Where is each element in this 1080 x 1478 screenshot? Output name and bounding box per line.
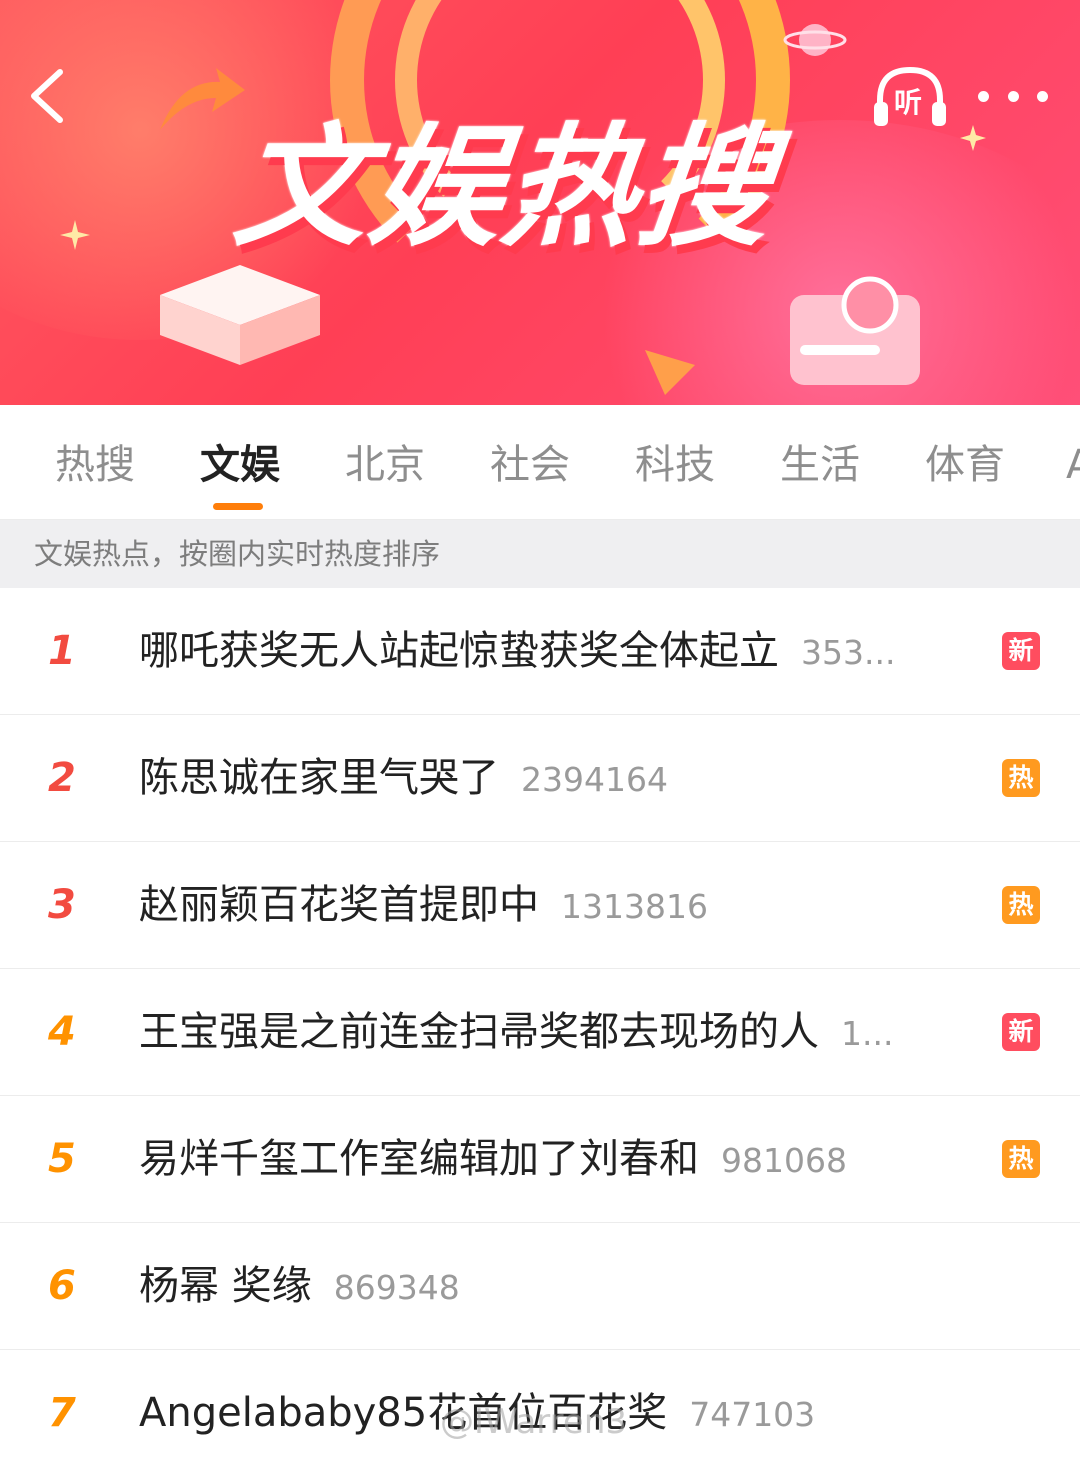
tab-hot-search[interactable]: 热搜 [55,435,135,495]
tab-entertainment[interactable]: 文娱 [200,435,280,495]
topic-text: 杨幂 奖缘 [139,1263,312,1309]
more-dots-icon [978,90,989,102]
list-item[interactable]: 4 王宝强是之前连金扫帚奖都去现场的人 1... 新 [0,969,1080,1096]
category-tabs: 热搜 文娱 北京 社会 科技 生活 体育 A [0,405,1080,520]
rank-number: 7 [48,1390,76,1436]
topic-title: 哪吒获奖无人站起惊蛰获奖全体起立 353... [139,588,895,716]
header-banner: 文娱热搜 听 [0,0,1080,405]
listen-label: 听 [894,86,923,119]
topic-text: 哪吒获奖无人站起惊蛰获奖全体起立 [139,628,779,674]
topic-title: 易烊千玺工作室编辑加了刘春和 981068 [139,1096,847,1224]
heat-count: 1313816 [561,887,708,926]
list-item[interactable]: 3 赵丽颖百花奖首提即中 1313816 热 [0,842,1080,969]
planet-decoration-icon [783,24,847,56]
rank-number: 5 [48,1136,76,1182]
tab-life[interactable]: 生活 [780,435,860,495]
list-item[interactable]: 1 哪吒获奖无人站起惊蛰获奖全体起立 353... 新 [0,588,1080,715]
list-item[interactable]: 6 杨幂 奖缘 869348 [0,1223,1080,1350]
watermark: @IWarren3 [440,1402,628,1442]
camera-decoration-icon [790,276,920,385]
rank-number: 6 [48,1263,76,1309]
list-item[interactable]: 5 易烊千玺工作室编辑加了刘春和 981068 热 [0,1096,1080,1223]
sparkle-icon [60,220,90,250]
arrow-decoration-icon [160,68,245,130]
topic-title: 王宝强是之前连金扫帚奖都去现场的人 1... [139,969,893,1097]
triangle-decoration-icon [645,350,695,395]
tab-beijing[interactable]: 北京 [345,435,425,495]
tab-technology[interactable]: 科技 [635,435,715,495]
list-item[interactable]: 2 陈思诚在家里气哭了 2394164 热 [0,715,1080,842]
new-badge: 新 [1002,632,1040,670]
tab-sports[interactable]: 体育 [925,435,1005,495]
topic-text: 王宝强是之前连金扫帚奖都去现场的人 [139,1009,819,1055]
heat-count: 353... [801,633,896,672]
hot-badge: 热 [1002,1140,1040,1178]
new-badge: 新 [1002,1013,1040,1051]
heat-count: 747103 [689,1395,816,1434]
section-hint: 文娱热点，按圈内实时热度排序 [0,520,1080,588]
sparkle-icon [960,125,986,151]
tab-overflow[interactable]: A [1066,435,1080,495]
rank-number: 4 [48,1009,76,1055]
heat-count: 2394164 [521,760,668,799]
back-arrow-icon [31,69,63,123]
topic-text: 易烊千玺工作室编辑加了刘春和 [139,1136,699,1182]
rank-number: 2 [48,755,76,801]
rank-number: 3 [48,882,76,928]
heat-count: 869348 [333,1268,460,1307]
hot-badge: 热 [1002,759,1040,797]
more-dots-icon [1007,90,1019,102]
topic-text: 赵丽颖百花奖首提即中 [139,882,539,928]
heat-count: 1... [841,1014,894,1053]
topic-title: 赵丽颖百花奖首提即中 1313816 [139,842,708,970]
more-button[interactable] [978,82,1048,110]
rank-number: 1 [48,628,76,674]
topic-title: 陈思诚在家里气哭了 2394164 [139,715,668,843]
heat-count: 981068 [721,1141,847,1180]
hot-badge: 热 [1002,886,1040,924]
listen-button[interactable]: 听 [872,64,948,130]
active-tab-indicator [213,503,263,510]
topic-title: 杨幂 奖缘 869348 [139,1223,460,1351]
topic-text: 陈思诚在家里气哭了 [139,755,499,801]
tab-society[interactable]: 社会 [490,435,570,495]
back-button[interactable] [22,64,82,128]
hot-search-list: 1 哪吒获奖无人站起惊蛰获奖全体起立 353... 新 2 陈思诚在家里气哭了 23… [0,588,1080,1477]
page-title: 文娱热搜 [227,111,781,265]
more-dots-icon [1037,90,1048,102]
